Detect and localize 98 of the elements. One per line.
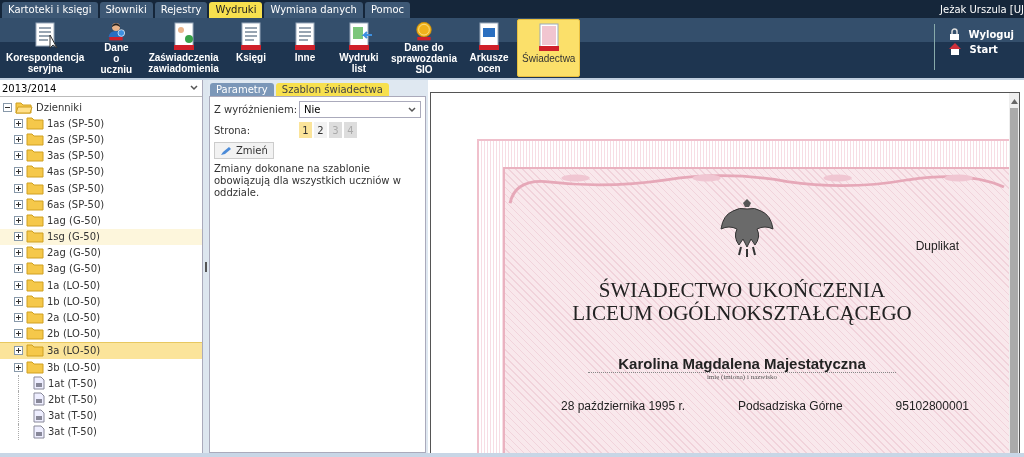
tree-item[interactable]: 3as (SP-50): [0, 147, 202, 164]
folder-icon: [26, 230, 44, 244]
collapse-icon[interactable]: [3, 102, 12, 112]
ribbon-button[interactable]: Świadectwa: [517, 19, 581, 77]
folder-icon: [26, 278, 44, 292]
page-button[interactable]: 2: [314, 122, 327, 138]
tree-item[interactable]: 1b (LO-50): [0, 293, 202, 310]
certificate-title: ŚWIADECTWO UKOŃCZENIA: [598, 279, 886, 302]
tree-item[interactable]: 2b (LO-50): [0, 325, 202, 342]
folder-icon: [26, 311, 44, 325]
menu-tab[interactable]: Słowniki: [99, 2, 153, 18]
user-name: Jeżak Urszula [UJ: [940, 3, 1024, 15]
pencil-icon: [220, 145, 232, 156]
tree-item[interactable]: 5as (SP-50): [0, 179, 202, 197]
tree-item[interactable]: Dzienniki: [0, 99, 202, 116]
expand-icon[interactable]: [14, 296, 23, 306]
certificate-title: LICEUM OGÓLNOKSZTAŁCĄCEGO: [572, 302, 912, 325]
year-select[interactable]: 2013/2014: [0, 80, 202, 97]
expand-icon[interactable]: [14, 346, 23, 356]
file-icon: [33, 376, 45, 391]
tree-item[interactable]: 2ag (G-50): [0, 244, 202, 261]
expand-icon[interactable]: [14, 313, 23, 323]
tree-item[interactable]: 2a (LO-50): [0, 309, 202, 326]
menu-tab[interactable]: Kartoteki i księgi: [2, 2, 98, 18]
change-button[interactable]: Zmień: [214, 142, 274, 159]
expand-icon[interactable]: [14, 232, 23, 242]
ribbon-button[interactable]: Korespondencja seryjna: [2, 19, 89, 77]
panel-tab[interactable]: Szablon świadectwa: [275, 83, 389, 96]
certificate-field: Podsadziska Górne: [737, 399, 843, 413]
menu-tab[interactable]: Rejestry: [154, 2, 208, 18]
expand-icon[interactable]: [14, 199, 23, 209]
scrollbar[interactable]: [1009, 93, 1019, 453]
tree-item[interactable]: 4as (SP-50): [0, 163, 202, 180]
folder-icon: [26, 294, 44, 308]
tree-item[interactable]: 3a (LO-50): [0, 341, 202, 359]
distinction-select[interactable]: Nie: [299, 101, 421, 118]
expand-icon[interactable]: [14, 118, 23, 128]
field-label: Strona:: [214, 124, 252, 136]
folder-icon: [26, 197, 44, 211]
ribbon-button[interactable]: Dane o uczniu: [90, 19, 143, 77]
tree-item[interactable]: 1at (T-50): [0, 375, 202, 392]
tree-item[interactable]: 1sg (G-50): [0, 228, 202, 245]
student-name: Karolina Magdalena Majestatyczna: [588, 355, 896, 373]
folder-icon: [26, 344, 44, 358]
scroll-thumb[interactable]: [1010, 108, 1018, 453]
tree-item[interactable]: 1as (SP-50): [0, 115, 202, 132]
tree-item[interactable]: 3ag (G-50): [0, 260, 202, 278]
folder-icon: [26, 149, 44, 163]
ribbon-button[interactable]: Wydruki list: [332, 19, 385, 77]
tree-item[interactable]: 1ag (G-50): [0, 212, 202, 229]
page-button[interactable]: 1: [299, 122, 312, 138]
padlock-icon: [949, 28, 961, 40]
expand-icon[interactable]: [14, 280, 23, 290]
home-button[interactable]: Start: [949, 43, 1014, 55]
expand-icon[interactable]: [14, 134, 23, 144]
tree-item[interactable]: 3at (T-50): [0, 407, 202, 424]
certificate-field: 28 października 1995 r.: [561, 399, 686, 413]
tree-item[interactable]: 6as (SP-50): [0, 196, 202, 213]
info-text: Zmiany dokonane na szablonie obowiązują dla wszystkich uczniów w oddziale.: [214, 163, 402, 199]
expand-icon[interactable]: [14, 248, 23, 258]
logout-button[interactable]: Wyloguj: [949, 28, 1014, 40]
field-label: Z wyróżnieniem:: [214, 104, 299, 115]
menu-tab[interactable]: Pomoc: [364, 2, 411, 18]
folder-open-icon: [15, 100, 33, 114]
chevron-down-icon: [190, 85, 198, 91]
expand-icon[interactable]: [14, 329, 23, 339]
tree-item[interactable]: 3b (LO-50): [0, 359, 202, 376]
folder-icon: [26, 181, 44, 195]
folder-icon: [26, 132, 44, 146]
ribbon-button[interactable]: Arkusze ocen: [463, 19, 516, 77]
folder-icon: [26, 262, 44, 276]
file-icon: [33, 408, 45, 423]
ribbon-button[interactable]: Zaświadczenia zawiadomienia: [144, 19, 223, 77]
tree-item[interactable]: 2as (SP-50): [0, 131, 202, 148]
ribbon-button[interactable]: Inne: [278, 19, 331, 77]
tree-item[interactable]: 3at (T-50): [0, 423, 202, 440]
certificate-field: 95102800001: [895, 399, 969, 413]
menu-tab[interactable]: Wydruki: [209, 2, 263, 18]
expand-icon[interactable]: [14, 167, 23, 177]
expand-icon[interactable]: [14, 264, 23, 274]
tree-item[interactable]: 1a (LO-50): [0, 277, 202, 294]
duplicate-label: Duplikat: [915, 239, 959, 253]
expand-icon[interactable]: [14, 362, 23, 372]
expand-icon[interactable]: [14, 151, 23, 161]
chevron-down-icon: [408, 106, 416, 113]
eagle-emblem-icon: [719, 199, 775, 257]
home-icon: [949, 43, 962, 55]
ribbon-button[interactable]: Dane do sprawozdania SIO: [386, 19, 462, 77]
file-icon: [33, 392, 45, 407]
menu-tab[interactable]: Wymiana danych: [264, 2, 363, 18]
folder-icon: [26, 165, 44, 179]
folder-icon: [26, 116, 44, 130]
expand-icon[interactable]: [14, 215, 23, 225]
ribbon-button[interactable]: Księgi: [224, 19, 277, 77]
file-icon: [33, 424, 45, 439]
arrow-up-icon[interactable]: [1010, 99, 1018, 104]
tree-item[interactable]: 2bt (T-50): [0, 391, 202, 408]
expand-icon[interactable]: [14, 183, 23, 193]
